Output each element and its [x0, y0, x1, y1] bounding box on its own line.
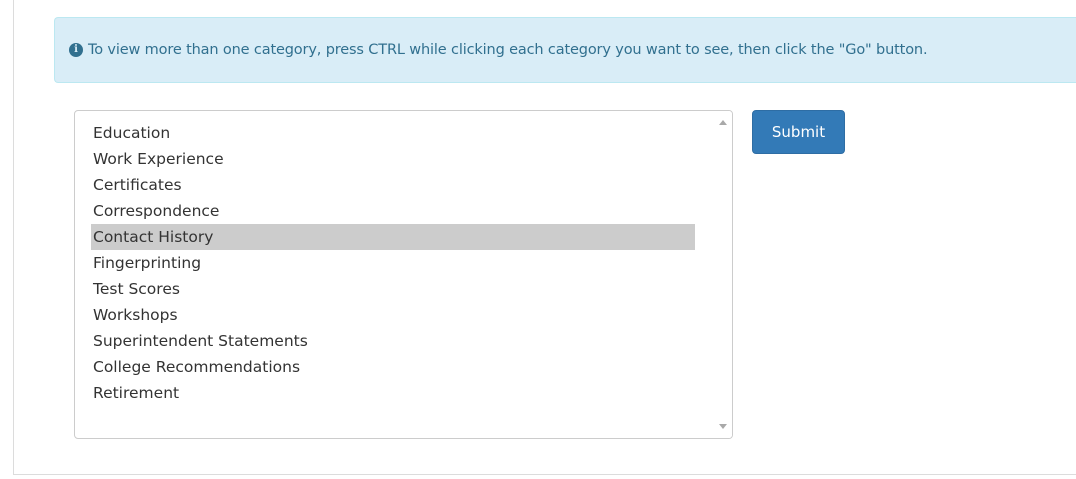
scroll-down-arrow-icon[interactable]	[719, 424, 727, 429]
category-listbox[interactable]: Education Work Experience Certificates C…	[74, 110, 733, 439]
listbox-scrollbar[interactable]	[715, 111, 732, 438]
info-alert-text: To view more than one category, press CT…	[88, 42, 928, 58]
category-option[interactable]: Certificates	[91, 172, 695, 198]
category-option[interactable]: Correspondence	[91, 198, 695, 224]
category-option[interactable]: Education	[91, 120, 695, 146]
category-options: Education Work Experience Certificates C…	[91, 120, 695, 406]
submit-button[interactable]: Submit	[752, 110, 845, 154]
category-option[interactable]: Workshops	[91, 302, 695, 328]
page: i To view more than one category, press …	[0, 0, 1076, 479]
info-alert: i To view more than one category, press …	[54, 17, 1076, 83]
category-option[interactable]: College Recommendations	[91, 354, 695, 380]
scroll-up-arrow-icon[interactable]	[719, 120, 727, 125]
category-option[interactable]: Fingerprinting	[91, 250, 695, 276]
info-circle-icon: i	[69, 43, 83, 57]
category-option[interactable]: Retirement	[91, 380, 695, 406]
category-option-selected[interactable]: Contact History	[91, 224, 695, 250]
category-option[interactable]: Test Scores	[91, 276, 695, 302]
info-alert-content: i To view more than one category, press …	[69, 18, 928, 82]
category-option[interactable]: Work Experience	[91, 146, 695, 172]
category-option[interactable]: Superintendent Statements	[91, 328, 695, 354]
